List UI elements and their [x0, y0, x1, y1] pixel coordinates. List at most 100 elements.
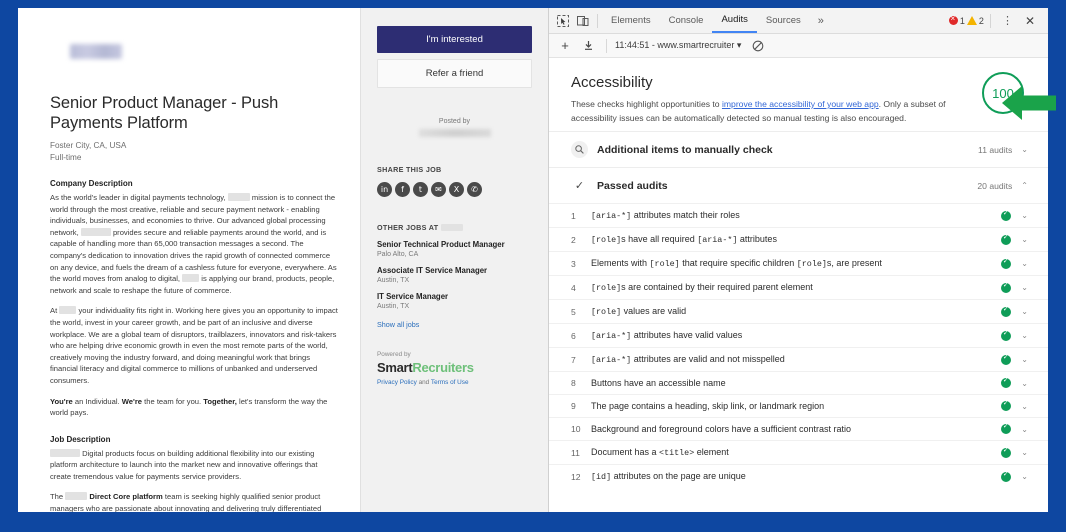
audit-index: 10 — [571, 424, 591, 434]
list-item[interactable]: Senior Technical Product Manager Palo Al… — [377, 240, 532, 258]
audit-status-group: ⌄ — [1001, 307, 1028, 317]
table-row[interactable]: 4[role]s are contained by their required… — [549, 275, 1048, 299]
table-row[interactable]: 11Document has a <title> element⌄ — [549, 440, 1048, 464]
clear-audits-icon[interactable] — [748, 36, 768, 56]
email-icon[interactable]: ✉ — [431, 182, 446, 197]
chevron-down-icon[interactable]: ⌄ — [1021, 259, 1028, 268]
table-row[interactable]: 3Elements with [role] that require speci… — [549, 251, 1048, 275]
chevron-down-icon[interactable]: ⌄ — [1021, 283, 1028, 292]
table-row[interactable]: 8Buttons have an accessible name⌄ — [549, 371, 1048, 394]
jd2-text-b: Direct Core platform — [89, 492, 162, 501]
terms-of-use-link[interactable]: Terms of Use — [431, 379, 469, 386]
chevron-down-icon[interactable]: ⌄ — [1021, 448, 1028, 457]
table-row[interactable]: 1[aria-*] attributes match their roles⌄ — [549, 203, 1048, 227]
tab-elements[interactable]: Elements — [602, 10, 660, 32]
im-interested-button[interactable]: I'm interested — [377, 26, 532, 53]
audit-index: 12 — [571, 472, 591, 482]
job-employment-type: Full-time — [50, 152, 338, 163]
redacted-company-name — [441, 224, 463, 231]
refer-a-friend-button[interactable]: Refer a friend — [377, 59, 532, 88]
twitter-icon[interactable]: t — [413, 182, 428, 197]
group-passed-audits[interactable]: ✓ Passed audits 20 audits ⌃ — [549, 167, 1048, 203]
chevron-down-icon[interactable]: ⌄ — [1021, 379, 1028, 388]
table-row[interactable]: 9The page contains a heading, skip link,… — [549, 394, 1048, 417]
show-all-jobs-link[interactable]: Show all jobs — [377, 320, 532, 329]
table-row[interactable]: 2[role]s have all required [aria-*] attr… — [549, 227, 1048, 251]
accessibility-docs-link[interactable]: improve the accessibility of your web ap… — [722, 99, 879, 109]
audit-index: 1 — [571, 211, 591, 221]
table-row[interactable]: 12[id] attributes on the page are unique… — [549, 464, 1048, 488]
chevron-down-icon[interactable]: ⌄ — [1021, 211, 1028, 220]
audit-title: [role]s have all required [aria-*] attri… — [591, 234, 777, 245]
other-job-location: Palo Alto, CA — [377, 251, 532, 258]
group-audit-count: 20 audits — [977, 181, 1012, 191]
audits-report-body: Accessibility These checks highlight opp… — [549, 58, 1048, 512]
audit-status-group: ⌄ — [1001, 378, 1028, 388]
device-toolbar-icon[interactable] — [573, 11, 593, 31]
audit-run-selector[interactable]: 11:44:51 - www.smartrecruiter ▾ — [615, 40, 741, 51]
chevron-down-icon[interactable]: ⌄ — [1021, 425, 1028, 434]
tagline-part-1: You're — [50, 397, 73, 406]
pass-check-icon — [1001, 401, 1011, 411]
chevron-down-icon[interactable]: ⌄ — [1021, 355, 1028, 364]
chevron-down-icon[interactable]: ⌄ — [1021, 331, 1028, 340]
company-tagline: You're an Individual. We're the team for… — [50, 396, 338, 419]
chevron-down-icon[interactable]: ⌄ — [1021, 402, 1028, 411]
xing-icon[interactable]: X — [449, 182, 464, 197]
audit-status-group: ⌄ — [1001, 283, 1028, 293]
powered-by-label: Powered by — [377, 351, 532, 358]
passed-audits-list: 1[aria-*] attributes match their roles⌄2… — [549, 203, 1048, 488]
audit-title: [id] attributes on the page are unique — [591, 471, 746, 482]
table-row[interactable]: 6[aria-*] attributes have valid values⌄ — [549, 323, 1048, 347]
job-sidebar-column: I'm interested Refer a friend Posted by … — [360, 8, 548, 512]
group-title: Passed audits — [597, 180, 668, 192]
close-icon[interactable]: ✕ — [1020, 14, 1040, 28]
chevron-down-icon[interactable]: ⌄ — [1021, 235, 1028, 244]
table-row[interactable]: 10Background and foreground colors have … — [549, 417, 1048, 440]
company-description-paragraph-1: As the world's leader in digital payment… — [50, 192, 338, 296]
brand-part-2: Recruiters — [412, 360, 473, 375]
cd-text-a: As the world's leader in digital payment… — [50, 193, 226, 202]
job-description-heading: Job Description — [50, 435, 338, 444]
posted-by-label: Posted by — [377, 118, 532, 125]
download-report-icon[interactable] — [578, 36, 598, 56]
pass-check-icon — [1001, 472, 1011, 482]
more-tabs-icon[interactable]: » — [810, 15, 832, 27]
audit-index: 4 — [571, 283, 591, 293]
audit-index: 3 — [571, 259, 591, 269]
audit-index: 2 — [571, 235, 591, 245]
tab-audits[interactable]: Audits — [712, 9, 756, 33]
chevron-down-icon[interactable]: ⌄ — [1021, 472, 1028, 481]
other-jobs-label: OTHER JOBS AT — [377, 223, 438, 232]
chevron-down-icon[interactable]: ⌄ — [1021, 145, 1028, 154]
chevron-down-icon[interactable]: ⌄ — [1021, 307, 1028, 316]
table-row[interactable]: 7[aria-*] attributes are valid and not m… — [549, 347, 1048, 371]
audit-status-group: ⌄ — [1001, 401, 1028, 411]
tagline-part-3: We're — [122, 397, 142, 406]
tab-sources[interactable]: Sources — [757, 10, 810, 32]
group-title: Additional items to manually check — [597, 144, 773, 156]
linkedin-icon[interactable]: in — [377, 182, 392, 197]
list-item[interactable]: Associate IT Service Manager Austin, TX — [377, 266, 532, 284]
group-manual-checks[interactable]: Additional items to manually check 11 au… — [549, 131, 1048, 167]
chevron-up-icon[interactable]: ⌃ — [1021, 181, 1028, 190]
warning-badge[interactable]: 2 — [967, 16, 984, 26]
tab-console[interactable]: Console — [660, 10, 713, 32]
new-audit-icon[interactable]: + — [555, 36, 575, 56]
devtools-menu-icon[interactable]: ⋮ — [997, 14, 1018, 27]
inspect-element-icon[interactable] — [553, 11, 573, 31]
whatsapp-icon[interactable]: ✆ — [467, 182, 482, 197]
other-job-title[interactable]: IT Service Manager — [377, 292, 532, 302]
redacted-company-name — [59, 306, 76, 314]
table-row[interactable]: 5[role] values are valid⌄ — [549, 299, 1048, 323]
error-badge[interactable]: 1 — [949, 16, 965, 26]
list-item[interactable]: IT Service Manager Austin, TX — [377, 292, 532, 310]
facebook-icon[interactable]: f — [395, 182, 410, 197]
audit-status-group: ⌄ — [1001, 235, 1028, 245]
other-job-title[interactable]: Associate IT Service Manager — [377, 266, 532, 276]
error-icon — [949, 16, 958, 25]
page-title: Senior Product Manager - Push Payments P… — [50, 93, 338, 133]
search-icon — [571, 141, 588, 158]
other-job-title[interactable]: Senior Technical Product Manager — [377, 240, 532, 250]
privacy-policy-link[interactable]: Privacy Policy — [377, 379, 417, 386]
